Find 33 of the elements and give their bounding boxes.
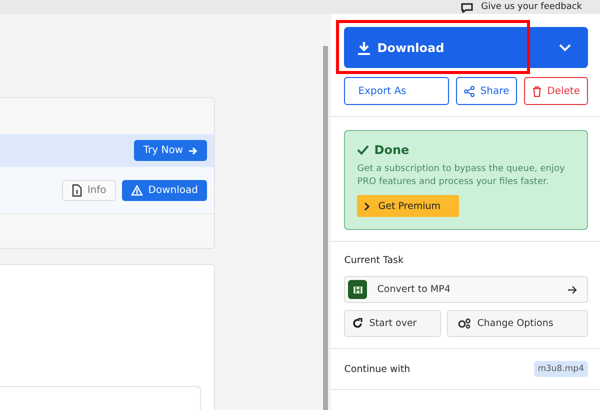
chat-icon [461,2,474,12]
input-field[interactable] [0,386,201,410]
arrow-right-icon [188,146,198,156]
trash-icon [532,86,542,96]
try-now-button[interactable]: Try Now [134,140,207,161]
info-button[interactable]: Info [62,180,116,200]
download-icon [357,40,372,54]
chevron-down-icon[interactable] [558,43,572,52]
change-options-button[interactable]: Change Options [447,310,588,337]
file-format-tag[interactable]: m3u8.mp4 [534,361,588,377]
download-button[interactable]: Download [357,40,444,54]
scrollbar[interactable] [323,46,328,410]
arrow-right-icon [567,284,577,294]
gears-icon [458,318,472,329]
refresh-icon [352,318,364,329]
share-button[interactable]: Share [456,77,518,105]
chevron-right-icon [364,202,370,210]
file-info-icon [72,184,82,196]
checkmark-icon [357,145,370,155]
delete-button[interactable]: Delete [524,77,588,105]
download-button[interactable]: Download [122,180,207,200]
status-message: Get a subscription to bypass the queue, enjoy PRO features and process your files faster. [357,163,566,189]
get-premium-button[interactable]: Get Premium [357,195,460,217]
continue-label: Continue with [344,364,410,374]
feedback-link[interactable]: Give us your feedback [461,2,582,13]
task-item[interactable]: Convert to MP4 [344,276,588,303]
start-over-button[interactable]: Start over [344,310,442,337]
task-label: Convert to MP4 [377,284,452,295]
share-icon [464,86,476,96]
download-split-button[interactable]: Download [344,27,588,68]
section-heading: Current Task [344,255,404,266]
export-as-button[interactable]: Export As [344,77,450,105]
status-title: Done [374,143,410,157]
